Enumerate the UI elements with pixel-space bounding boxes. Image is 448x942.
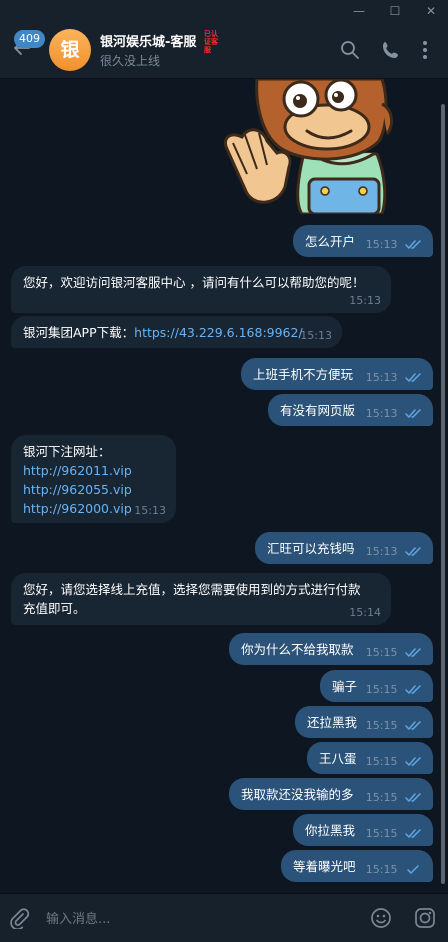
message-text: 我取款还没我输的多 xyxy=(241,787,354,802)
message-time: 15:13 xyxy=(365,407,398,420)
message-time: 15:15 xyxy=(365,646,398,659)
message-time: 15:13 xyxy=(365,371,398,384)
message-text: 你拉黑我 xyxy=(305,823,356,838)
message-meta: 15:13 xyxy=(300,329,332,343)
message-meta: 15:15 xyxy=(366,719,423,733)
last-seen-status: 很久没上线 xyxy=(100,54,161,68)
message-time: 15:13 xyxy=(349,294,381,307)
double-check-icon xyxy=(405,648,421,657)
message-text: 等着曝光吧 xyxy=(293,859,356,874)
emoji-icon[interactable] xyxy=(370,907,392,929)
message-meta: 15:15 xyxy=(366,863,423,877)
double-check-icon xyxy=(405,757,421,766)
message-meta: 15:13 xyxy=(349,294,381,308)
message-meta: 15:13 xyxy=(134,504,166,518)
unread-count-badge: 409 xyxy=(14,30,45,48)
message-bubble-incoming[interactable]: 银河集团APP下载：https://43.229.6.168:9962/ 15:… xyxy=(11,316,342,348)
message-text-line: 您好，请您选择线上充值，选择您需要使用到的方式进行付款 xyxy=(23,582,361,597)
scrollbar[interactable] xyxy=(441,104,445,884)
message-time: 15:13 xyxy=(300,329,332,342)
message-time: 15:15 xyxy=(365,863,398,876)
message-time: 15:13 xyxy=(134,504,166,517)
more-vertical-icon[interactable] xyxy=(414,39,436,61)
message-meta: 15:15 xyxy=(366,646,423,660)
message-time: 15:13 xyxy=(365,238,398,251)
message-time: 15:15 xyxy=(365,755,398,768)
message-text: 银河集团APP下载： xyxy=(23,325,135,340)
message-text: 还拉黑我 xyxy=(307,715,358,730)
message-bubble-outgoing[interactable]: 有没有网页版 15:13 xyxy=(268,394,433,426)
message-text: 您好，欢迎访问银河客服中心 ，请问有什么可以帮助您的呢！ xyxy=(23,275,365,290)
message-text: 你为什么不给我取款 xyxy=(241,642,354,657)
double-check-icon xyxy=(405,721,421,730)
message-bubble-outgoing[interactable]: 汇旺可以充钱吗 15:13 xyxy=(255,532,433,564)
double-check-icon xyxy=(405,793,421,802)
message-bubble-incoming[interactable]: 银河下注网址： http://962011.vip http://962055.… xyxy=(11,435,176,523)
camera-icon[interactable] xyxy=(414,907,436,929)
message-text: 有没有网页版 xyxy=(280,403,356,418)
message-bubble-outgoing[interactable]: 还拉黑我 15:15 xyxy=(295,706,433,738)
message-meta: 15:14 xyxy=(349,606,381,620)
double-check-icon xyxy=(405,829,421,838)
chat-header: 409 银 银河娱乐城-客服 已认 证客 服 很久没上线 xyxy=(0,22,448,79)
message-text-line: 充值即可。 xyxy=(23,601,86,616)
message-meta: 15:13 xyxy=(366,407,423,421)
chat-title[interactable]: 银河娱乐城-客服 xyxy=(100,31,196,50)
double-check-icon xyxy=(405,409,421,418)
double-check-icon xyxy=(405,240,421,249)
message-bubble-incoming[interactable]: 您好，请您选择线上充值，选择您需要使用到的方式进行付款 充值即可。 15:14 xyxy=(11,573,391,625)
double-check-icon xyxy=(405,547,421,556)
message-meta: 15:15 xyxy=(366,683,423,697)
message-link[interactable]: http://962011.vip xyxy=(23,461,164,480)
message-bubble-outgoing[interactable]: 怎么开户 15:13 xyxy=(293,225,433,257)
message-input[interactable]: 输入消息... xyxy=(46,908,110,927)
message-link[interactable]: http://962055.vip xyxy=(23,480,164,499)
message-bubble-outgoing[interactable]: 你为什么不给我取款 15:15 xyxy=(229,633,433,665)
message-text: 王八蛋 xyxy=(319,751,357,766)
double-check-icon xyxy=(405,685,421,694)
message-time: 15:15 xyxy=(365,791,398,804)
message-composer: 输入消息... xyxy=(0,893,448,942)
phone-icon[interactable] xyxy=(380,39,402,61)
message-meta: 15:15 xyxy=(366,755,423,769)
monkey-sticker[interactable] xyxy=(217,79,397,214)
message-bubble-outgoing[interactable]: 上班手机不方便玩 15:13 xyxy=(241,358,433,390)
double-check-icon xyxy=(405,373,421,382)
message-meta: 15:13 xyxy=(366,371,423,385)
single-check-icon xyxy=(407,865,419,874)
message-bubble-incoming[interactable]: 您好，欢迎访问银河客服中心 ，请问有什么可以帮助您的呢！ 15:13 xyxy=(11,266,391,313)
message-link[interactable]: https://43.229.6.168:9962/ xyxy=(134,323,303,342)
message-meta: 15:13 xyxy=(366,545,423,559)
message-time: 15:13 xyxy=(365,545,398,558)
window-titlebar: — ☐ ✕ xyxy=(0,0,448,22)
message-bubble-outgoing[interactable]: 骗子 15:15 xyxy=(320,670,433,702)
message-time: 15:15 xyxy=(365,827,398,840)
message-meta: 15:15 xyxy=(366,827,423,841)
message-bubble-outgoing[interactable]: 我取款还没我输的多 15:15 xyxy=(229,778,433,810)
message-meta: 15:15 xyxy=(366,791,423,805)
maximize-button[interactable]: ☐ xyxy=(382,2,408,20)
message-text: 怎么开户 xyxy=(305,234,356,249)
close-button[interactable]: ✕ xyxy=(418,2,444,20)
message-text: 上班手机不方便玩 xyxy=(253,367,354,382)
message-time: 15:14 xyxy=(349,606,381,619)
search-icon[interactable] xyxy=(339,39,361,61)
attach-icon[interactable] xyxy=(8,907,30,929)
message-bubble-outgoing[interactable]: 王八蛋 15:15 xyxy=(307,742,433,774)
message-bubble-outgoing[interactable]: 你拉黑我 15:15 xyxy=(293,814,433,846)
message-text: 骗子 xyxy=(332,679,358,694)
message-time: 15:15 xyxy=(365,683,398,696)
minimize-button[interactable]: — xyxy=(346,2,372,20)
message-bubble-outgoing[interactable]: 等着曝光吧 15:15 xyxy=(281,850,433,882)
avatar[interactable]: 银 xyxy=(49,29,91,71)
verified-tag: 已认 证客 服 xyxy=(204,30,218,54)
message-list[interactable]: 怎么开户 15:13 您好，欢迎访问银河客服中心 ，请问有什么可以帮助您的呢！ … xyxy=(0,79,448,893)
message-text: 银河下注网址： xyxy=(23,444,111,459)
message-time: 15:15 xyxy=(365,719,398,732)
message-text: 汇旺可以充钱吗 xyxy=(267,541,355,556)
message-meta: 15:13 xyxy=(366,238,423,252)
